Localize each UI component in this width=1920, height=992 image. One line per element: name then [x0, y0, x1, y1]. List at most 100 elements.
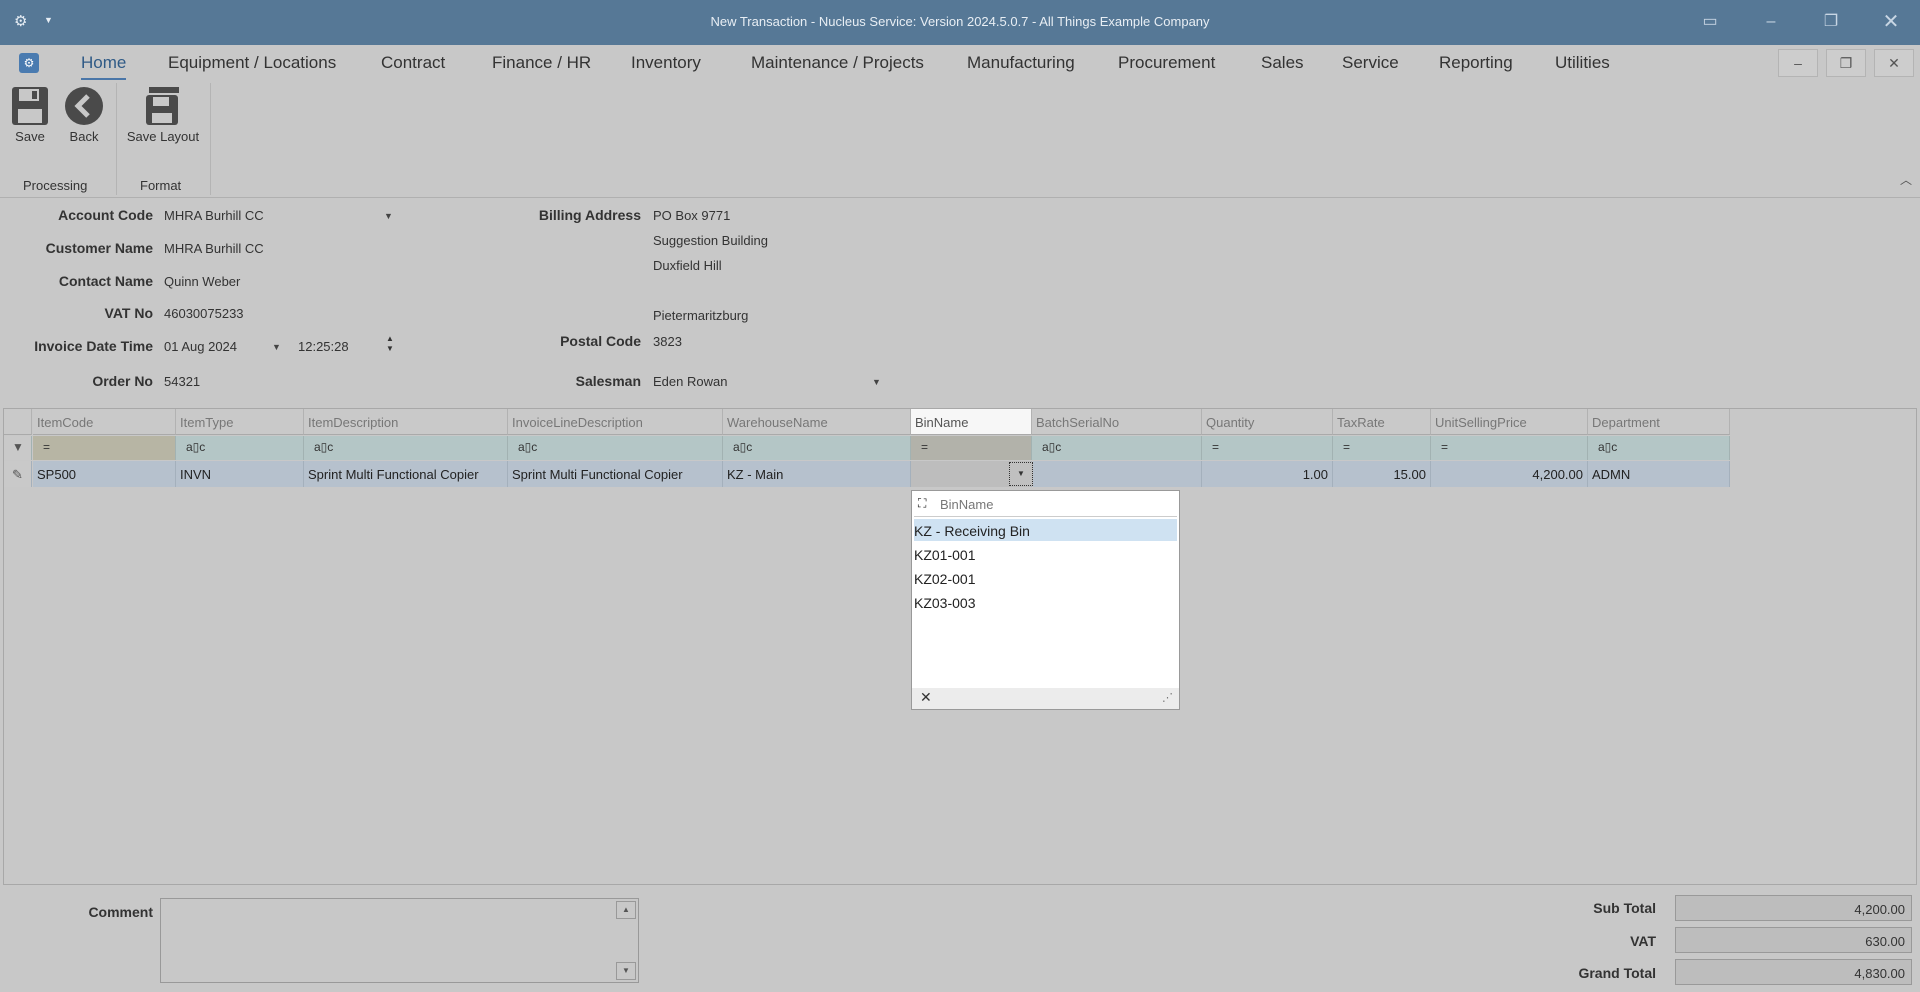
ribbon-panel: Save Back Save Layout Processing Format … — [0, 83, 1920, 198]
tab-maintenance-projects[interactable]: Maintenance / Projects — [751, 53, 924, 73]
grand-total-label: Grand Total — [1578, 965, 1656, 981]
invoice-date-dropdown-icon[interactable]: ▼ — [272, 342, 281, 352]
column-header-invoicelinedescription[interactable]: InvoiceLineDescription — [508, 409, 723, 435]
cell-taxrate[interactable]: 15.00 — [1333, 461, 1431, 487]
cell-department[interactable]: ADMN — [1588, 461, 1730, 487]
cell-itemtype[interactable]: INVN — [176, 461, 304, 487]
resize-grip-icon[interactable]: ⋰ — [1162, 691, 1173, 704]
tab-procurement[interactable]: Procurement — [1118, 53, 1215, 73]
filter-cell-itemdescription[interactable]: a▯c — [304, 436, 508, 460]
filter-cell-itemcode[interactable]: = — [33, 436, 176, 460]
account-code-field[interactable]: MHRA Burhill CC — [164, 208, 396, 223]
column-header-itemtype[interactable]: ItemType — [176, 409, 304, 435]
comment-textarea[interactable]: ▲ ▼ — [160, 898, 639, 983]
cell-invoicelinedescription[interactable]: Sprint Multi Functional Copier — [508, 461, 723, 487]
column-header-itemdescription[interactable]: ItemDescription — [304, 409, 508, 435]
close-window-button[interactable]: ✕ — [1878, 10, 1904, 34]
comment-scroll-down-icon[interactable]: ▼ — [616, 962, 636, 980]
column-header-taxrate[interactable]: TaxRate — [1333, 409, 1431, 435]
contact-name-field[interactable]: Quinn Weber — [164, 274, 240, 289]
bin-option[interactable]: KZ - Receiving Bin — [914, 519, 1177, 541]
comment-scroll-up-icon[interactable]: ▲ — [616, 901, 636, 919]
account-code-label: Account Code — [58, 207, 153, 223]
filter-cell-taxrate[interactable]: = — [1333, 436, 1431, 460]
mdi-minimize-button[interactable]: – — [1778, 49, 1818, 77]
column-header-warehousename[interactable]: WarehouseName — [723, 409, 911, 435]
cell-itemdescription[interactable]: Sprint Multi Functional Copier — [304, 461, 508, 487]
binname-search-box[interactable]: ⛶ BinName — [914, 493, 1177, 517]
tab-manufacturing[interactable]: Manufacturing — [967, 53, 1075, 73]
filter-cell-unitsellingprice[interactable]: = — [1431, 436, 1588, 460]
clear-selection-icon[interactable]: ✕ — [920, 689, 932, 706]
tab-finance-hr[interactable]: Finance / HR — [492, 53, 591, 73]
billing-address-line1[interactable]: PO Box 9771 — [653, 208, 730, 223]
salesman-field[interactable]: Eden Rowan — [653, 374, 727, 389]
app-menu-icon[interactable]: ⚙ — [19, 53, 39, 73]
billing-address-line2[interactable]: Suggestion Building — [653, 233, 768, 248]
filter-cell-binname[interactable]: = — [911, 436, 1032, 460]
restore-window-button[interactable]: ❐ — [1818, 10, 1844, 34]
back-button[interactable]: Back — [62, 83, 106, 144]
tab-reporting[interactable]: Reporting — [1439, 53, 1513, 73]
column-header-binname[interactable]: BinName — [911, 409, 1032, 435]
cell-batchserialno[interactable] — [1033, 461, 1202, 487]
billing-address-line4[interactable]: Pietermaritzburg — [653, 308, 748, 323]
bin-option[interactable]: KZ03-003 — [914, 591, 1177, 613]
column-header-batchserialno[interactable]: BatchSerialNo — [1032, 409, 1202, 435]
tab-service[interactable]: Service — [1342, 53, 1399, 73]
save-layout-button[interactable]: Save Layout — [122, 83, 204, 144]
cell-warehousename[interactable]: KZ - Main — [723, 461, 911, 487]
filter-row-icon: ▼ — [4, 436, 32, 460]
filter-cell-quantity[interactable]: = — [1202, 436, 1333, 460]
cell-itemcode[interactable]: SP500 — [33, 461, 176, 487]
salesman-dropdown-icon[interactable]: ▼ — [872, 377, 881, 387]
tab-sales[interactable]: Sales — [1261, 53, 1304, 73]
column-header-itemcode[interactable]: ItemCode — [33, 409, 176, 435]
cell-quantity[interactable]: 1.00 — [1202, 461, 1333, 487]
comment-label: Comment — [88, 904, 153, 920]
layout-icon[interactable]: ▭ — [1697, 10, 1723, 34]
save-button[interactable]: Save — [8, 83, 52, 144]
postal-code-label: Postal Code — [560, 333, 641, 349]
invoice-date-time-label: Invoice Date Time — [34, 338, 153, 354]
tab-utilities[interactable]: Utilities — [1555, 53, 1610, 73]
column-header-unitsellingprice[interactable]: UnitSellingPrice — [1431, 409, 1588, 435]
collapse-ribbon-icon[interactable]: ︿ — [1900, 171, 1912, 188]
bin-option[interactable]: KZ02-001 — [914, 567, 1177, 589]
filter-cell-itemtype[interactable]: a▯c — [176, 436, 304, 460]
account-code-dropdown-icon[interactable]: ▼ — [384, 211, 393, 221]
tab-contract[interactable]: Contract — [381, 53, 445, 73]
cell-unitsellingprice[interactable]: 4,200.00 — [1431, 461, 1588, 487]
bin-option[interactable]: KZ01-001 — [914, 543, 1177, 565]
column-header-department[interactable]: Department — [1588, 409, 1730, 435]
invoice-date-field[interactable]: 01 Aug 2024 — [164, 339, 237, 354]
tab-equipment-locations[interactable]: Equipment / Locations — [168, 53, 336, 73]
binname-dropdown-button[interactable]: ▼ — [1009, 462, 1033, 486]
tab-home[interactable]: Home — [81, 53, 127, 80]
customer-name-label: Customer Name — [45, 240, 153, 256]
order-no-field[interactable]: 54321 — [164, 374, 200, 389]
row-indicator-header — [4, 409, 32, 435]
column-header-quantity[interactable]: Quantity — [1202, 409, 1333, 435]
tab-inventory[interactable]: Inventory — [631, 53, 701, 73]
time-spinner-icon[interactable]: ▲ ▼ — [386, 334, 394, 354]
order-no-label: Order No — [92, 373, 153, 389]
sub-total-field: 4,200.00 — [1675, 895, 1912, 921]
binname-lookup-popup: ⛶ BinName KZ - Receiving Bin KZ01-001 KZ… — [911, 490, 1180, 710]
mdi-close-button[interactable]: ✕ — [1874, 49, 1914, 77]
mdi-restore-button[interactable]: ❐ — [1826, 49, 1866, 77]
save-layout-icon — [141, 83, 185, 129]
billing-address-line3[interactable]: Duxfield Hill — [653, 258, 722, 273]
filter-cell-warehousename[interactable]: a▯c — [723, 436, 911, 460]
invoice-time-field[interactable]: 12:25:28 — [298, 339, 349, 354]
postal-code-field[interactable]: 3823 — [653, 334, 682, 349]
filter-cell-invoicelinedescription[interactable]: a▯c — [508, 436, 723, 460]
vat-no-field[interactable]: 46030075233 — [164, 306, 244, 321]
filter-cell-batchserialno[interactable]: a▯c — [1032, 436, 1202, 460]
vat-field: 630.00 — [1675, 927, 1912, 953]
customer-name-field[interactable]: MHRA Burhill CC — [164, 241, 264, 256]
salesman-label: Salesman — [575, 373, 641, 389]
minimize-window-button[interactable]: – — [1758, 10, 1784, 34]
filter-cell-department[interactable]: a▯c — [1588, 436, 1730, 460]
vat-label: VAT — [1630, 933, 1656, 949]
